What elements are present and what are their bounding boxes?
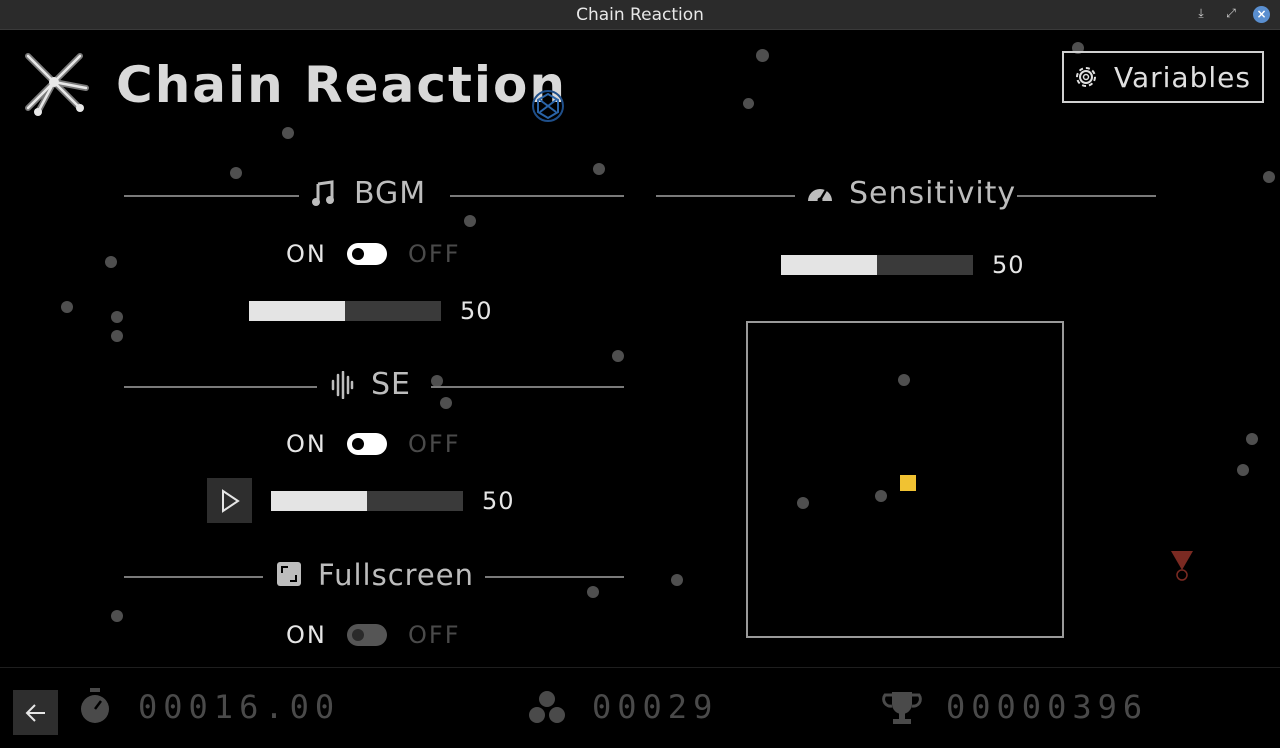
- hex-spark-icon: [532, 90, 564, 122]
- fullscreen-divider-right: [485, 576, 624, 578]
- se-volume-fill: [271, 491, 367, 511]
- bottom-divider: [0, 667, 1280, 668]
- fullscreen-toggle[interactable]: [347, 624, 387, 646]
- se-on-label[interactable]: ON: [286, 430, 327, 458]
- toggle-knob: [352, 248, 364, 260]
- app-area: [0, 30, 1280, 748]
- soundwave-icon: [331, 371, 354, 399]
- maximize-icon[interactable]: ⤢: [1223, 6, 1239, 21]
- fullscreen-divider-left: [124, 576, 263, 578]
- fullscreen-on-label[interactable]: ON: [286, 621, 327, 649]
- gauge-icon: [808, 189, 832, 203]
- se-divider-left: [124, 386, 317, 388]
- bgm-divider-left: [124, 195, 299, 197]
- hazard-marker-icon: [1171, 551, 1193, 581]
- bgm-volume-fill: [249, 301, 345, 321]
- variables-button[interactable]: Variables: [1062, 51, 1264, 103]
- se-toggle[interactable]: [347, 433, 387, 455]
- toggle-knob: [352, 438, 364, 450]
- bgm-toggle[interactable]: [347, 243, 387, 265]
- sensitivity-divider-left: [656, 195, 795, 197]
- toggle-knob: [352, 629, 364, 641]
- fullscreen-icon: [277, 562, 301, 586]
- download-icon[interactable]: ⤓: [1193, 6, 1209, 21]
- music-note-icon: [312, 180, 334, 206]
- fullscreen-off-label[interactable]: OFF: [408, 621, 461, 649]
- bgm-volume-slider[interactable]: [249, 301, 441, 321]
- sensitivity-value: 50: [992, 251, 1025, 279]
- count-value: 00029: [592, 688, 719, 726]
- window-titlebar: Chain Reaction ⤓ ⤢ ×: [0, 0, 1280, 30]
- score-value: 00000396: [946, 688, 1149, 726]
- fullscreen-title: Fullscreen: [318, 558, 474, 592]
- bgm-volume-value: 50: [460, 297, 493, 325]
- arrow-left-icon: [25, 704, 45, 722]
- se-off-label[interactable]: OFF: [408, 430, 461, 458]
- bgm-off-label[interactable]: OFF: [408, 240, 461, 268]
- bgm-title: BGM: [354, 176, 427, 211]
- se-volume-value: 50: [482, 487, 515, 515]
- time-value: 00016.00: [138, 688, 341, 726]
- play-icon: [222, 489, 240, 513]
- se-divider-right: [431, 386, 624, 388]
- bgm-on-label[interactable]: ON: [286, 240, 327, 268]
- app-title: Chain Reaction: [116, 56, 567, 114]
- stopwatch-icon: [81, 688, 109, 723]
- sensitivity-divider-right: [1017, 195, 1156, 197]
- back-button[interactable]: [13, 690, 58, 735]
- variables-label: Variables: [1114, 61, 1251, 94]
- se-title: SE: [371, 367, 411, 402]
- sensitivity-slider[interactable]: [781, 255, 973, 275]
- trophy-icon: [882, 692, 922, 724]
- se-preview-play-button[interactable]: [207, 478, 252, 523]
- app-logo-icon: [25, 53, 89, 116]
- gear-icon: [1076, 67, 1096, 87]
- preview-target: [900, 475, 916, 491]
- particles-icon: [529, 691, 565, 723]
- sensitivity-fill: [781, 255, 877, 275]
- sensitivity-title: Sensitivity: [849, 176, 1017, 211]
- se-volume-slider[interactable]: [271, 491, 463, 511]
- close-icon[interactable]: ×: [1253, 6, 1270, 23]
- window-title: Chain Reaction: [576, 5, 704, 25]
- bgm-divider-right: [450, 195, 624, 197]
